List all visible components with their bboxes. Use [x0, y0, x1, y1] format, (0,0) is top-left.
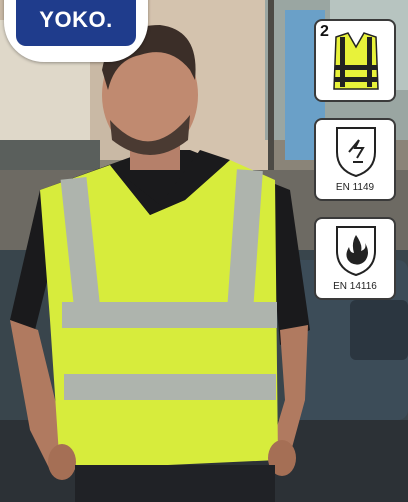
flame-resistance-badge: EN 14116 [314, 217, 396, 300]
flame-standard-label: EN 14116 [333, 281, 377, 292]
brand-logo-text: YOKO. [39, 7, 113, 32]
antistatic-standard-label: EN 1149 [335, 182, 375, 193]
hi-vis-class-number: 2 [320, 23, 329, 40]
hi-vis-class-badge: 2 [314, 19, 396, 102]
brand-logo: YOKO. [4, 0, 148, 62]
brand-logo-plate: YOKO. [16, 0, 136, 46]
antistatic-badge: EN 1149 [314, 118, 396, 201]
flame-shield-icon [336, 226, 376, 277]
antistatic-shield-icon [336, 127, 376, 178]
hi-vis-vest-icon [333, 32, 379, 90]
